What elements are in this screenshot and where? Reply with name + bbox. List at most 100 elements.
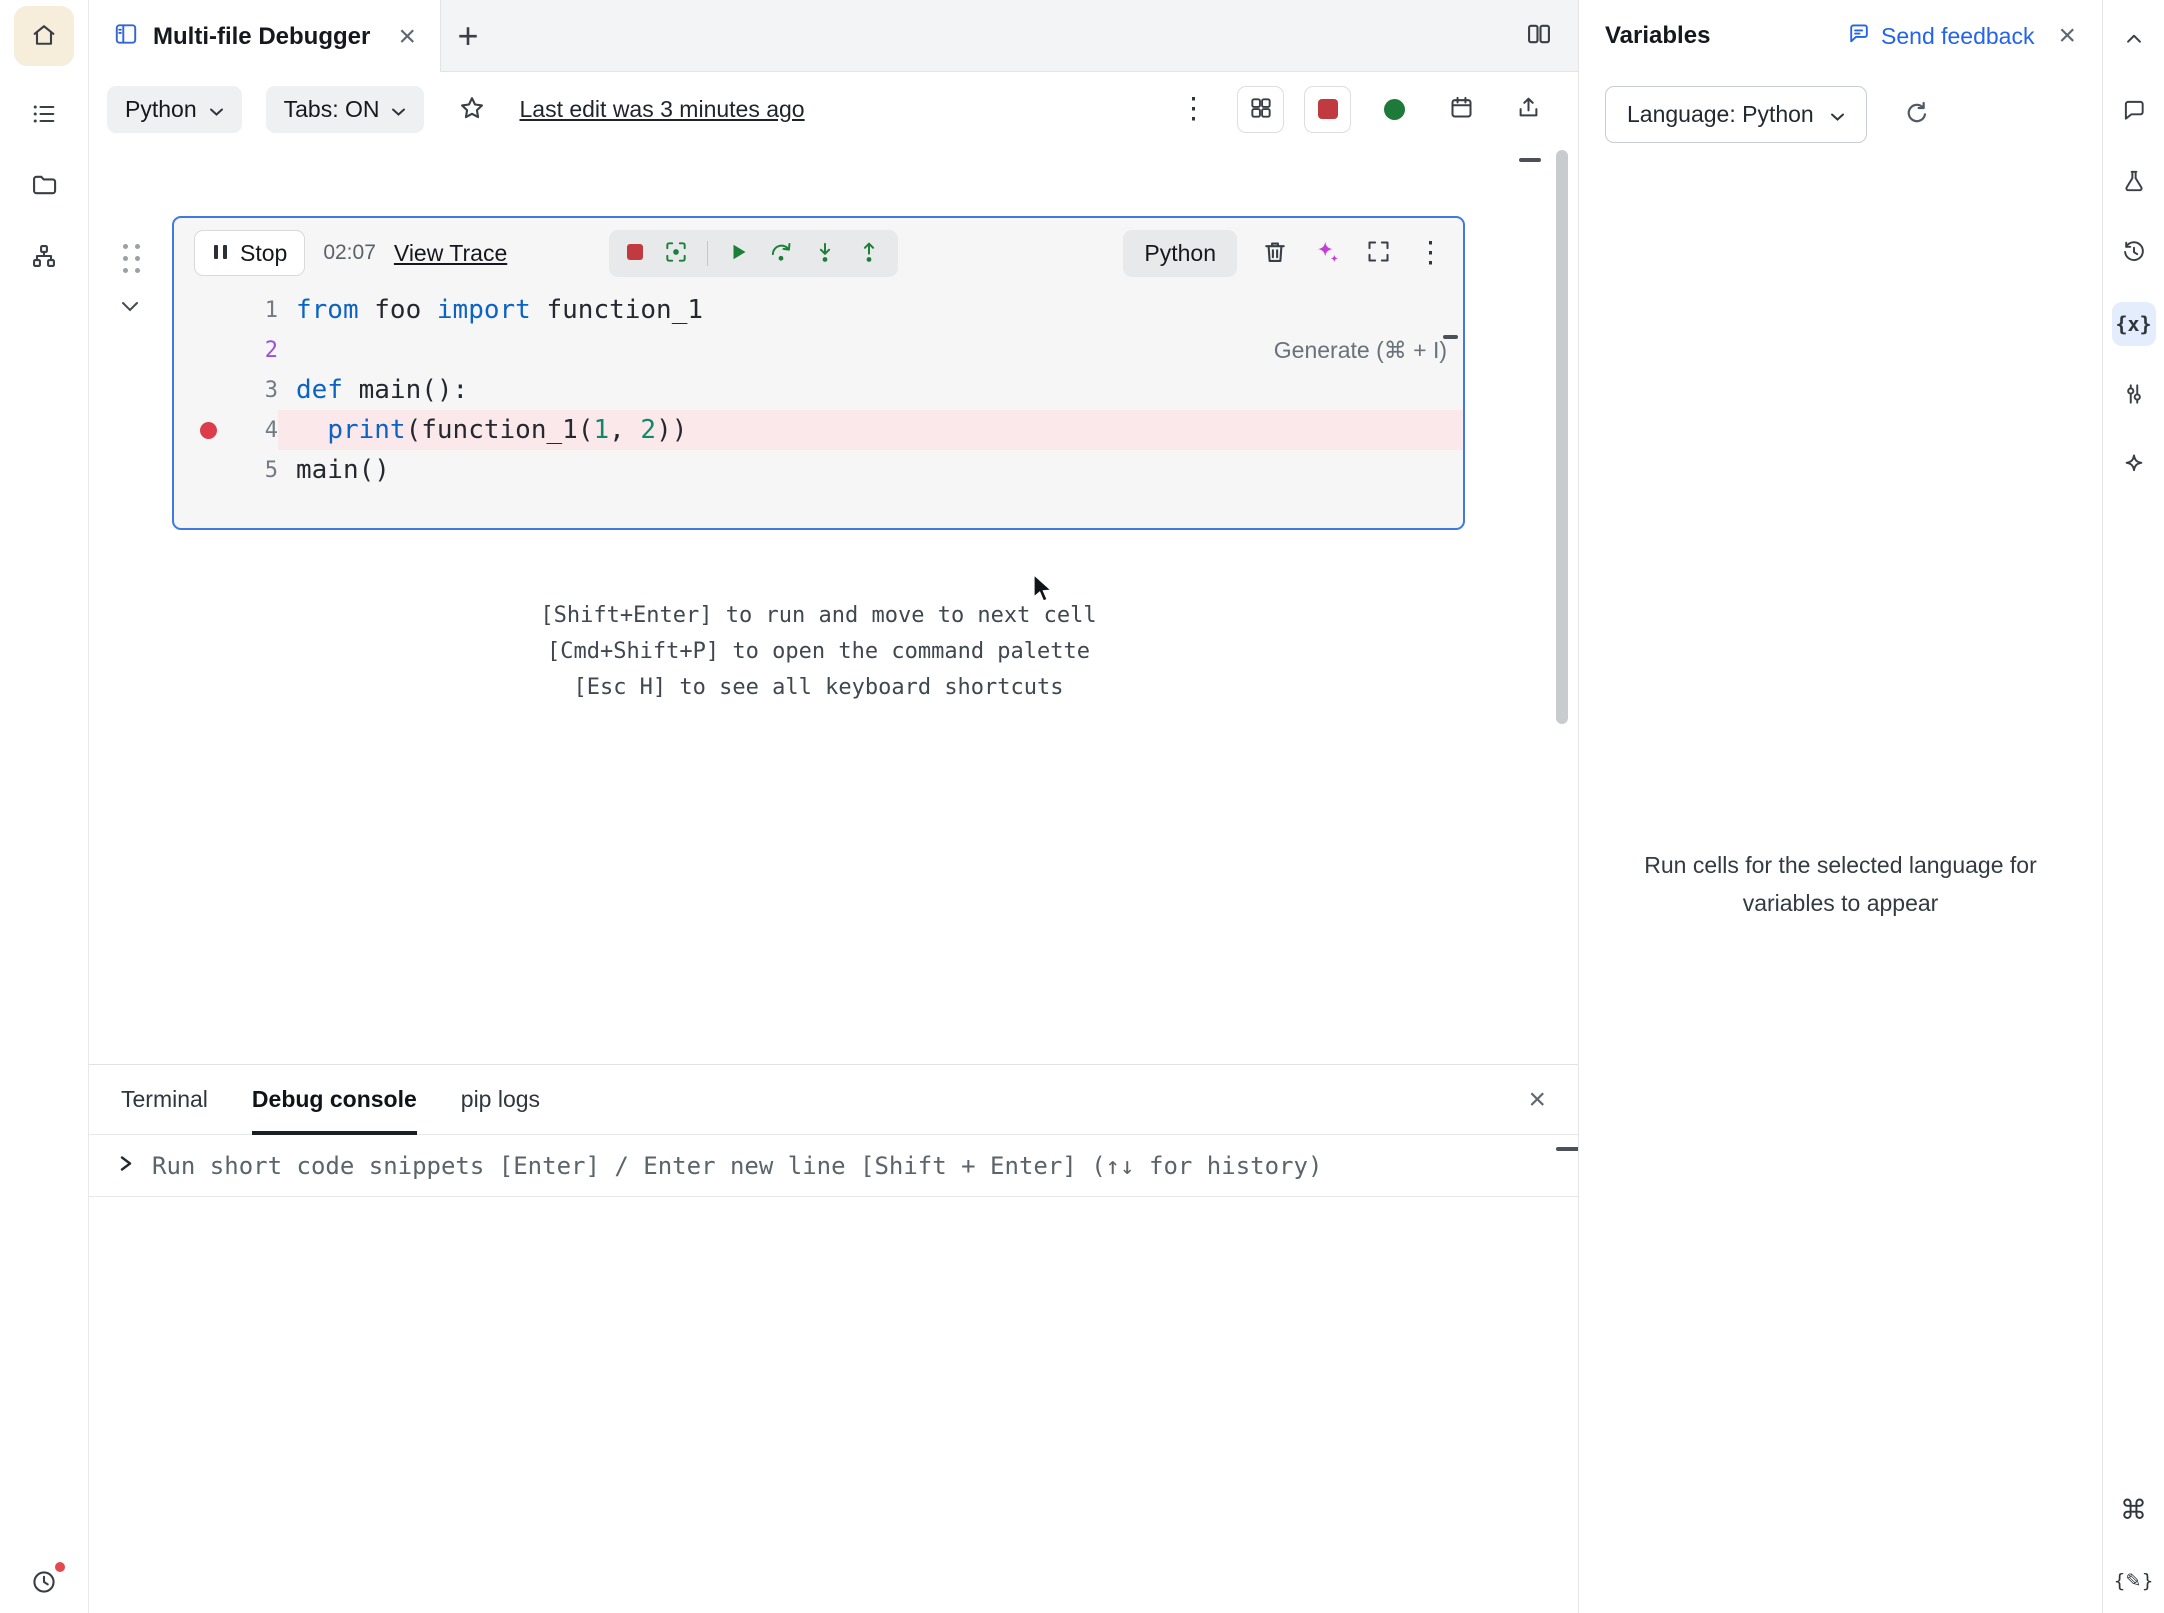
panel-close-button[interactable]: × <box>2058 21 2076 51</box>
fullscreen-button[interactable] <box>1365 238 1392 268</box>
settings-sliders-button[interactable] <box>2112 373 2156 417</box>
last-edit-link[interactable]: Last edit was 3 minutes ago <box>519 96 804 123</box>
debug-restart-button[interactable] <box>663 239 689 268</box>
code-editor-line[interactable]: Generate (⌘ + I) <box>278 330 1463 370</box>
code-line[interactable]: 1from foo import function_1 <box>174 290 1463 330</box>
divider <box>707 241 708 266</box>
view-trace-link[interactable]: View Trace <box>394 240 507 267</box>
code-text: print(function_1(1, 2)) <box>296 415 687 445</box>
recent-activity-button[interactable] <box>22 1561 66 1605</box>
home-button[interactable] <box>14 6 74 66</box>
stop-button[interactable]: Stop <box>194 230 305 276</box>
schedule-button[interactable] <box>1438 86 1485 133</box>
command-icon: ⌘ <box>2120 1495 2147 1526</box>
send-feedback-link[interactable]: Send feedback <box>1846 21 2034 52</box>
share-button[interactable] <box>1505 86 1552 133</box>
tab-bar: Multi-file Debugger × + <box>89 0 1578 72</box>
shortcuts-button[interactable]: ⌘ <box>2112 1488 2156 1532</box>
language-selector-dropdown[interactable]: Language: Python <box>1605 86 1867 143</box>
console-output-area[interactable] <box>89 1197 1578 1613</box>
code-editor-line[interactable]: def main(): <box>278 370 1463 410</box>
tab-debug-console[interactable]: Debug console <box>252 1065 417 1134</box>
collapse-panel-button[interactable] <box>2112 18 2156 62</box>
snippets-button[interactable]: {✎} <box>2112 1559 2156 1603</box>
kernel-language-dropdown[interactable]: Python <box>107 86 242 133</box>
hint-line: [Esc H] to see all keyboard shortcuts <box>172 670 1465 706</box>
step-over-button[interactable] <box>768 239 794 268</box>
debug-stop-button[interactable] <box>625 242 645 265</box>
variables-rail-button[interactable]: {x} <box>2112 302 2156 346</box>
grid-icon <box>1248 95 1274 124</box>
line-number: 5 <box>265 458 278 483</box>
debug-continue-button[interactable] <box>726 240 750 267</box>
folder-icon <box>30 171 58 202</box>
notebook-icon <box>113 21 139 52</box>
chevron-up-icon <box>2121 26 2147 55</box>
more-options-button[interactable]: ⋮ <box>1170 86 1217 133</box>
files-button[interactable] <box>22 164 66 208</box>
tab-multi-file-debugger[interactable]: Multi-file Debugger × <box>89 0 441 73</box>
console-placeholder: Run short code snippets [Enter] / Enter … <box>152 1152 1322 1180</box>
code-line[interactable]: 3def main(): <box>174 370 1463 410</box>
line-number: 4 <box>265 418 278 443</box>
pause-icon <box>212 240 229 267</box>
language-selector-label: Language: Python <box>1627 101 1814 128</box>
new-tab-button[interactable]: + <box>441 0 495 71</box>
stop-square-icon <box>625 242 645 265</box>
line-gutter[interactable]: 5 <box>174 450 278 490</box>
code-editor-line[interactable]: from foo import function_1 <box>278 290 1463 330</box>
step-into-icon <box>812 239 838 268</box>
cell-drag-handle[interactable] <box>123 244 143 276</box>
breakpoint-dot[interactable] <box>200 422 217 439</box>
console-close-button[interactable]: × <box>1528 1085 1546 1115</box>
step-out-icon <box>856 239 882 268</box>
vertical-scrollbar[interactable] <box>1556 150 1568 724</box>
code-editor-line[interactable]: main() <box>278 450 1463 490</box>
variables-header: Variables Send feedback × <box>1579 0 2102 72</box>
kebab-icon: ⋮ <box>1416 239 1445 268</box>
environment-button[interactable] <box>2112 160 2156 204</box>
tab-close-button[interactable]: × <box>398 22 416 52</box>
hint-line: [Shift+Enter] to run and move to next ce… <box>172 598 1465 634</box>
tabs-toggle-dropdown[interactable]: Tabs: ON <box>266 86 425 133</box>
generate-hint[interactable]: Generate (⌘ + I) <box>1274 337 1447 364</box>
sparkle-icon <box>1313 238 1341 269</box>
machine-status-button[interactable] <box>1371 86 1418 133</box>
cell-language-badge[interactable]: Python <box>1123 230 1237 277</box>
history-button[interactable] <box>2112 231 2156 275</box>
console-input[interactable]: Run short code snippets [Enter] / Enter … <box>89 1135 1578 1197</box>
delete-cell-button[interactable] <box>1261 238 1289 269</box>
tab-terminal[interactable]: Terminal <box>121 1065 208 1134</box>
sliders-icon <box>2121 381 2147 410</box>
ai-rail-button[interactable] <box>2112 444 2156 488</box>
stop-label: Stop <box>240 240 287 267</box>
cell-collapse-button[interactable] <box>119 300 141 317</box>
line-gutter[interactable]: 2 <box>174 330 278 370</box>
step-into-button[interactable] <box>812 239 838 268</box>
code-line[interactable]: 2 Generate (⌘ + I) <box>174 330 1463 370</box>
tab-pip-logs[interactable]: pip logs <box>461 1065 540 1134</box>
split-view-button[interactable] <box>1512 0 1566 71</box>
comments-button[interactable] <box>2112 89 2156 133</box>
code-line[interactable]: 5main() <box>174 450 1463 490</box>
code-line[interactable]: 4 print(function_1(1, 2)) <box>174 410 1463 450</box>
integrations-button[interactable] <box>22 235 66 279</box>
line-gutter[interactable]: 1 <box>174 290 278 330</box>
code-editor-line[interactable]: print(function_1(1, 2)) <box>278 410 1463 450</box>
refresh-variables-button[interactable] <box>1903 99 1931 130</box>
kernel-language-label: Python <box>125 96 197 123</box>
line-gutter[interactable]: 3 <box>174 370 278 410</box>
step-out-button[interactable] <box>856 239 882 268</box>
ai-assist-button[interactable] <box>1313 238 1341 269</box>
line-number: 1 <box>265 298 278 323</box>
contents-button[interactable] <box>22 93 66 137</box>
cell-toolbar: Stop 02:07 View Trace <box>174 218 1463 276</box>
hint-line: [Cmd+Shift+P] to open the command palett… <box>172 634 1465 670</box>
layout-grid-button[interactable] <box>1237 86 1284 133</box>
line-gutter[interactable]: 4 <box>174 410 278 450</box>
toolbar-right-group: ⋮ <box>1170 86 1552 133</box>
right-sidebar: {x} ⌘ {✎} <box>2102 0 2164 1613</box>
cell-more-options-button[interactable]: ⋮ <box>1416 239 1445 268</box>
favorite-button[interactable] <box>448 86 495 133</box>
stop-machine-button[interactable] <box>1304 86 1351 133</box>
